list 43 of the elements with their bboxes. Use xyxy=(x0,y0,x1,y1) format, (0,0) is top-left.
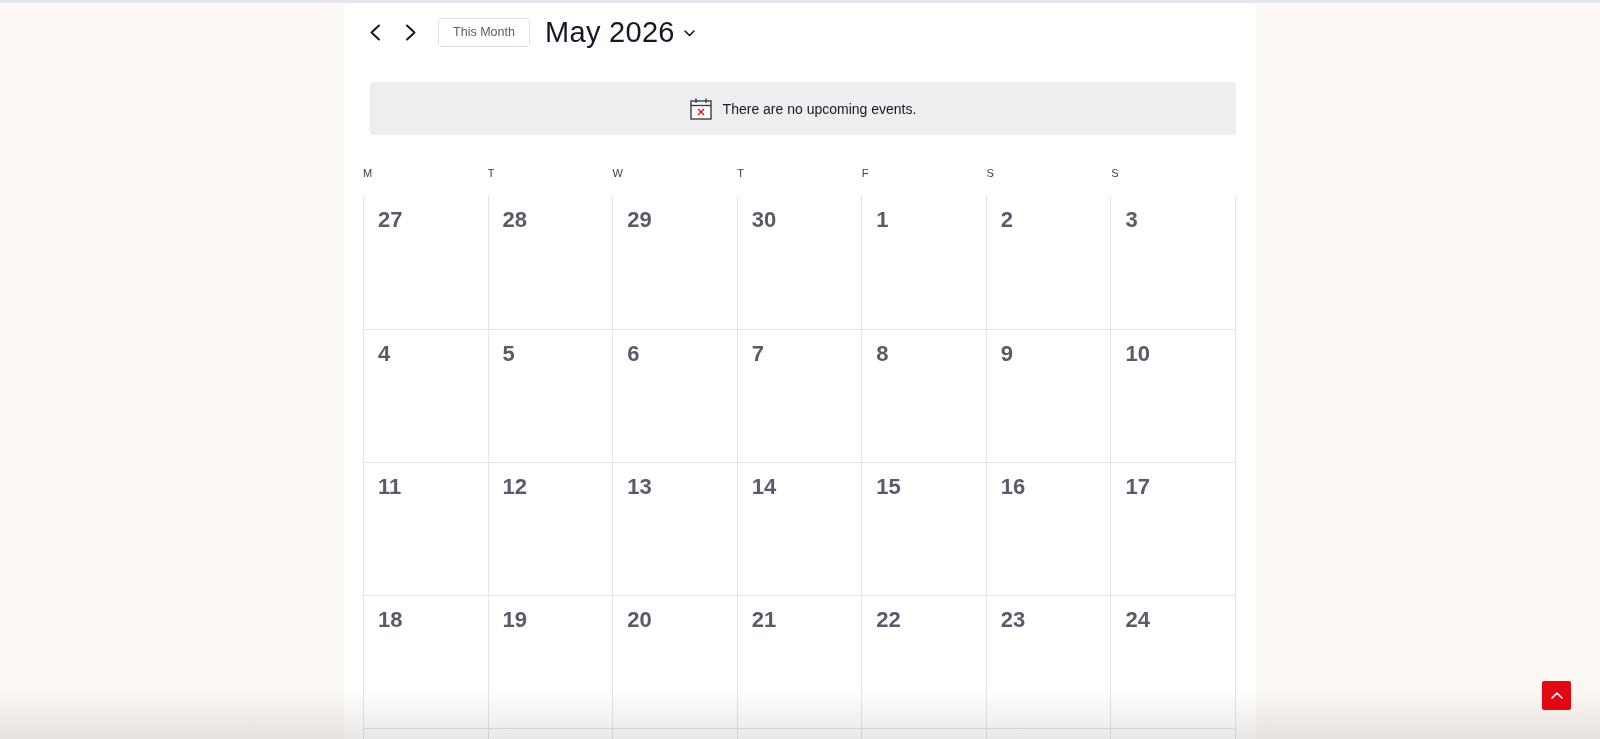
chevron-left-icon xyxy=(368,23,381,41)
day-cell[interactable]: 28 xyxy=(487,196,613,329)
day-cell[interactable]: 3 xyxy=(1110,196,1235,329)
weekday-label: S xyxy=(1111,167,1119,179)
day-cell[interactable]: 8 xyxy=(861,330,986,462)
day-cell[interactable]: 14 xyxy=(736,463,862,595)
day-cell[interactable]: 6 xyxy=(612,330,737,462)
month-picker-button[interactable]: May 2026 xyxy=(545,15,695,49)
day-cell[interactable]: 27 xyxy=(363,196,488,329)
day-cell[interactable]: 13 xyxy=(612,463,737,595)
weekday-label: S xyxy=(986,167,994,179)
day-cell[interactable]: 16 xyxy=(985,463,1111,595)
day-cell[interactable]: 23 xyxy=(985,596,1111,728)
weekday-label: M xyxy=(363,167,373,179)
day-cell[interactable]: 12 xyxy=(487,463,613,595)
weekday-label: T xyxy=(737,167,744,179)
day-cell[interactable]: 15 xyxy=(861,463,986,595)
no-events-message: There are no upcoming events. xyxy=(722,100,917,117)
day-cell[interactable]: 11 xyxy=(363,463,488,595)
day-cell[interactable]: 24 xyxy=(1110,596,1235,728)
day-cell[interactable]: 19 xyxy=(487,596,613,728)
caret-icon xyxy=(683,29,695,37)
day-cell[interactable]: 17 xyxy=(1110,463,1235,595)
day-cell[interactable]: 29 xyxy=(612,196,737,329)
weekday-label: T xyxy=(487,167,495,179)
weekday-label: F xyxy=(861,167,869,179)
chevron-up-icon xyxy=(1550,692,1563,699)
day-cell[interactable]: 7 xyxy=(736,330,862,462)
day-cell[interactable]: 20 xyxy=(612,596,737,728)
day-cell[interactable]: 1 xyxy=(861,196,986,329)
chevron-right-icon xyxy=(404,23,417,41)
day-cell[interactable]: 10 xyxy=(1110,330,1235,462)
calendar-x-icon xyxy=(689,97,712,120)
day-cell[interactable]: 21 xyxy=(736,596,862,728)
day-cell[interactable]: 2 xyxy=(985,196,1111,329)
weekday-label: W xyxy=(612,167,623,179)
day-cell[interactable]: 4 xyxy=(363,330,488,462)
day-cell[interactable]: 22 xyxy=(861,596,986,728)
day-cell[interactable]: 9 xyxy=(985,330,1111,462)
day-cell[interactable]: 5 xyxy=(487,330,613,462)
day-cell[interactable]: 30 xyxy=(736,196,862,329)
this-month-button[interactable]: This Month xyxy=(438,17,530,47)
day-cell[interactable]: 18 xyxy=(363,596,488,728)
